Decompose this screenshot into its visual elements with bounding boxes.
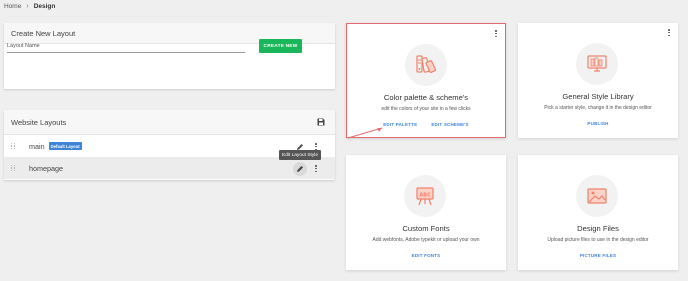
style-library-card: General Style Library Pick a starter sty…	[518, 23, 678, 138]
card-description: edit the colors of your site in a few cl…	[381, 106, 471, 112]
breadcrumb: Home › Design	[4, 3, 55, 10]
card-title: Design Files	[577, 224, 619, 233]
drag-handle-icon[interactable]	[11, 165, 15, 171]
picture-files-link[interactable]: PICTURE FILES	[580, 253, 616, 258]
card-title: Color palette & scheme's	[383, 93, 469, 102]
layout-name-label: Layout Name	[7, 43, 40, 49]
card-description: Pick a starter style, change it in the d…	[544, 105, 652, 111]
edit-fonts-link[interactable]: EDIT FONTS	[412, 253, 441, 258]
card-menu-icon[interactable]	[495, 30, 497, 38]
more-options-icon[interactable]	[315, 165, 317, 173]
palette-icon	[405, 44, 447, 86]
font-easel-icon: ABC	[404, 175, 446, 217]
layout-name-field[interactable]: Layout Name	[7, 43, 245, 53]
default-layout-badge: Default Layout	[48, 142, 82, 150]
pencil-icon[interactable]	[296, 165, 304, 173]
website-layouts-title: Website Layouts	[11, 117, 67, 127]
breadcrumb-home[interactable]: Home	[4, 3, 21, 10]
website-layouts-header: Website Layouts	[4, 110, 335, 135]
edit-palette-link[interactable]: EDIT PALETTE	[383, 122, 417, 127]
custom-fonts-card: ABC Custom Fonts Add webfonts, Adobe typ…	[346, 155, 506, 270]
card-description: Add webfonts, Adobe typekit or upload yo…	[372, 237, 480, 243]
color-palette-card: Color palette & scheme's edit the colors…	[346, 23, 506, 138]
picture-files-icon	[576, 175, 618, 217]
layout-row-homepage[interactable]: homepage	[4, 157, 335, 179]
layout-name: main	[29, 141, 45, 151]
card-description: Upload picture files to use in the desig…	[547, 237, 649, 243]
create-layout-panel: Create New Layout	[4, 23, 335, 89]
annotation-arrow-icon	[347, 127, 383, 139]
layout-name: homepage	[29, 163, 63, 173]
save-icon[interactable]	[317, 118, 325, 126]
create-new-button[interactable]: CREATE NEW	[259, 39, 302, 53]
breadcrumb-separator: ›	[26, 3, 29, 10]
publish-link[interactable]: PUBLISH	[587, 121, 608, 126]
card-title: General Style Library	[562, 92, 634, 101]
website-layouts-panel: Website Layouts main Default Layout home…	[4, 110, 335, 180]
edit-schemes-link[interactable]: EDIT SCHEME'S	[431, 122, 468, 127]
drag-handle-icon[interactable]	[11, 143, 15, 149]
edit-layout-style-tooltip: Edit Layout Style	[279, 150, 321, 160]
design-files-card: Design Files Upload picture files to use…	[518, 155, 678, 270]
style-library-icon	[576, 43, 618, 85]
breadcrumb-current: Design	[33, 3, 56, 10]
card-title: Custom Fonts	[402, 224, 450, 233]
svg-text:ABC: ABC	[419, 193, 431, 199]
card-menu-icon[interactable]	[668, 29, 670, 37]
layout-name-input-line[interactable]	[7, 52, 245, 53]
